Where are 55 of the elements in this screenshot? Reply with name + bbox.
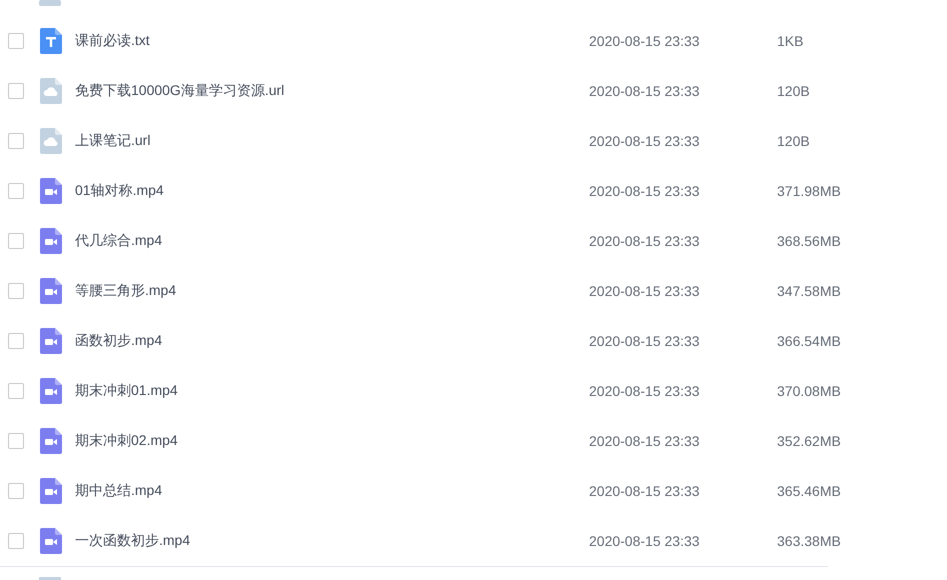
cloud-file-icon	[39, 128, 63, 154]
checkbox[interactable]	[8, 333, 24, 349]
file-size: 1KB	[777, 33, 804, 49]
modified-date: 2020-08-15 23:33	[589, 283, 701, 299]
modified-date: 2020-08-15 23:33	[589, 483, 701, 499]
file-name[interactable]: 等腰三角形.mp4	[75, 282, 589, 300]
file-name[interactable]: 期中总结.mp4	[75, 482, 589, 500]
checkbox[interactable]	[8, 233, 24, 249]
checkbox[interactable]	[8, 33, 24, 49]
video-file-icon	[39, 428, 63, 454]
checkbox[interactable]	[8, 133, 24, 149]
checkbox[interactable]	[8, 433, 24, 449]
modified-date: 2020-08-15 23:33	[589, 83, 701, 99]
file-name[interactable]: 上课笔记.url	[75, 132, 589, 150]
file-name[interactable]: 课前必读.txt	[75, 32, 589, 50]
cloud-file-icon	[39, 78, 63, 104]
modified-date: 2020-08-15 23:33	[589, 233, 701, 249]
file-size: 368.56MB	[777, 233, 841, 249]
modified-date: 2020-08-15 23:33	[589, 133, 701, 149]
modified-date: 2020-08-15 23:33	[589, 333, 701, 349]
file-size: 363.38MB	[777, 533, 841, 549]
file-size: 365.46MB	[777, 483, 841, 499]
file-size: 120B	[777, 133, 810, 149]
modified-date: 2020-08-15 23:33	[589, 33, 701, 49]
file-size: 370.08MB	[777, 383, 841, 399]
video-file-icon	[39, 278, 63, 304]
checkbox[interactable]	[8, 283, 24, 299]
file-size: 366.54MB	[777, 333, 841, 349]
video-file-icon	[39, 378, 63, 404]
text-file-icon	[39, 28, 63, 54]
checkbox[interactable]	[8, 83, 24, 99]
checkbox[interactable]	[8, 383, 24, 399]
video-file-icon	[39, 328, 63, 354]
file-name[interactable]: 期末冲刺01.mp4	[75, 382, 589, 400]
modified-date: 2020-08-15 23:33	[589, 383, 701, 399]
file-size: 347.58MB	[777, 283, 841, 299]
file-name[interactable]: 一次函数初步.mp4	[75, 532, 589, 550]
modified-date: 2020-08-15 23:33	[589, 433, 701, 449]
file-name[interactable]: 代几综合.mp4	[75, 232, 589, 250]
file-name[interactable]: 免费下载10000G海量学习资源.url	[75, 82, 589, 100]
file-name[interactable]: 01轴对称.mp4	[75, 182, 589, 200]
video-file-icon	[39, 478, 63, 504]
file-size: 120B	[777, 83, 810, 99]
file-size: 352.62MB	[777, 433, 841, 449]
file-size: 371.98MB	[777, 183, 841, 199]
checkbox[interactable]	[8, 483, 24, 499]
file-name[interactable]: 期末冲刺02.mp4	[75, 432, 589, 450]
video-file-icon	[39, 178, 63, 204]
checkbox[interactable]	[8, 183, 24, 199]
file-name[interactable]: 函数初步.mp4	[75, 332, 589, 350]
checkbox[interactable]	[8, 533, 24, 549]
video-file-icon	[39, 528, 63, 554]
modified-date: 2020-08-15 23:33	[589, 183, 701, 199]
modified-date: 2020-08-15 23:33	[589, 533, 701, 549]
video-file-icon	[39, 228, 63, 254]
